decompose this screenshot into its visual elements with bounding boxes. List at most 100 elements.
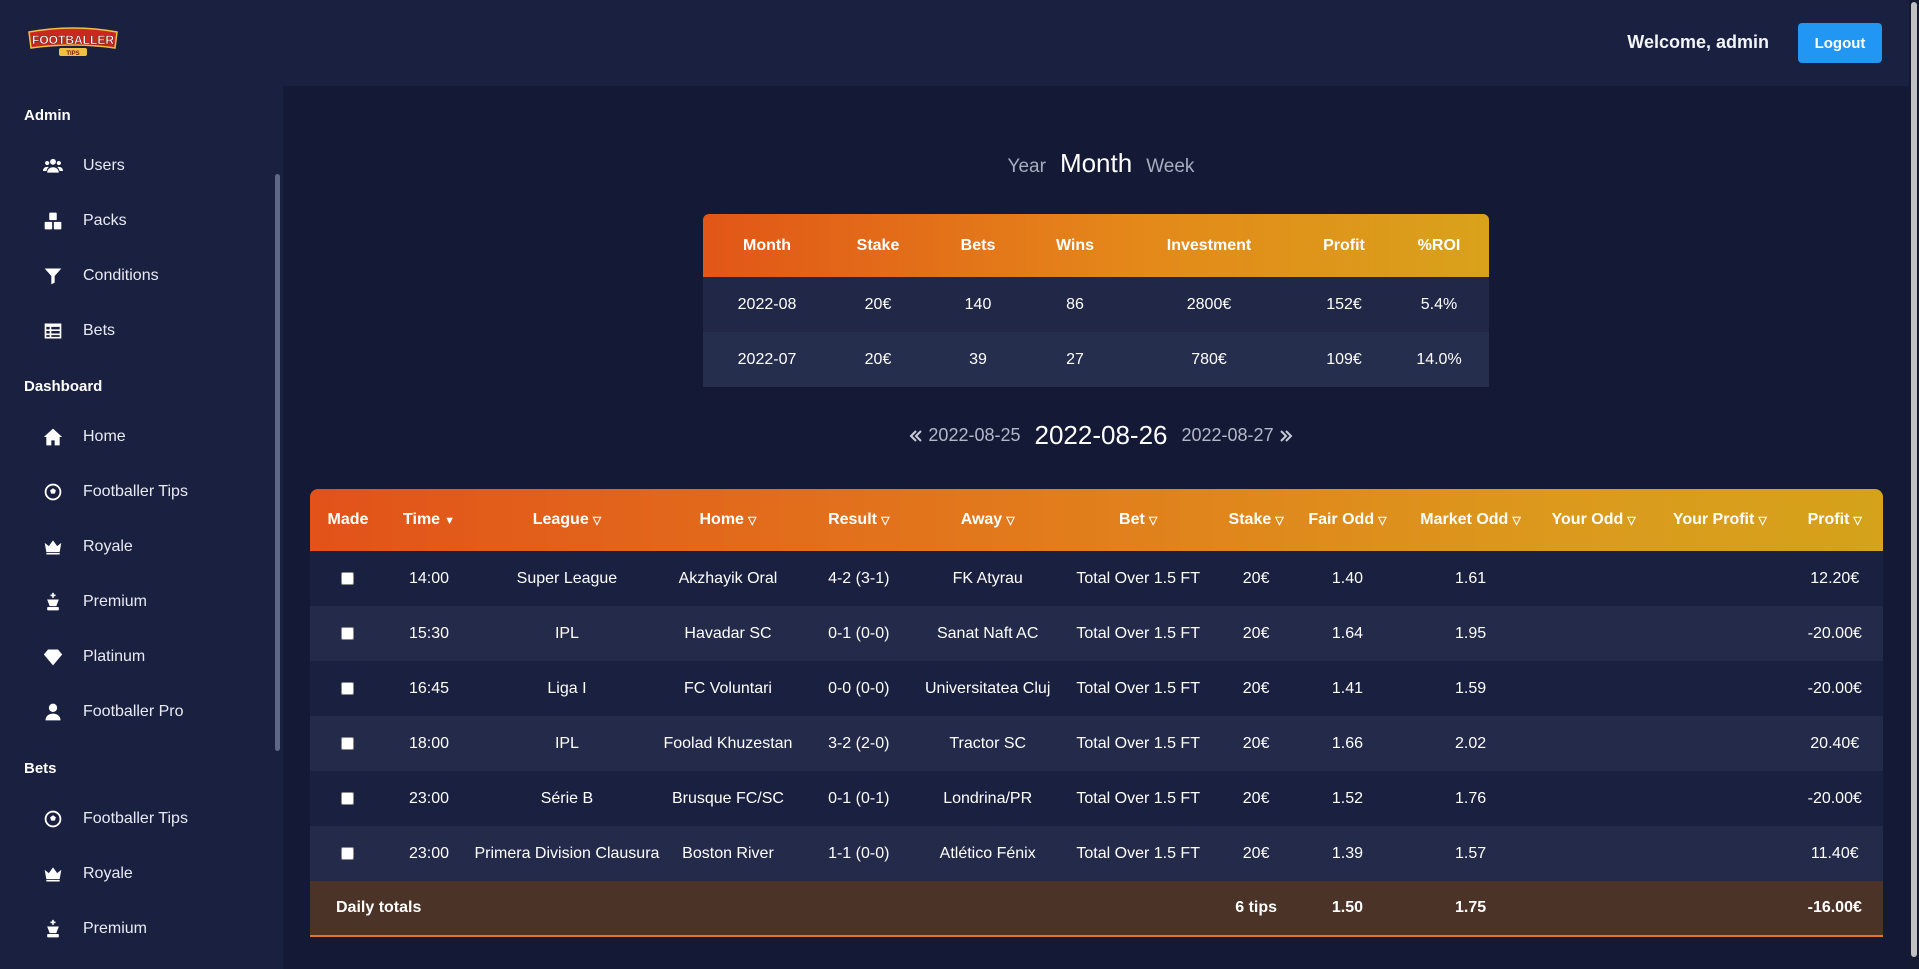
summary-header-roi: %ROI — [1417, 236, 1461, 254]
header-made: Made — [310, 489, 386, 551]
bet-cell: Total Over 1.5 FT — [1052, 661, 1225, 716]
sidebar-item-label: Bets — [83, 322, 116, 339]
summary-cell: 5.4% — [1389, 277, 1489, 332]
sidebar-item-bets-premium[interactable]: Premium — [0, 909, 270, 949]
sidebar-section-admin: Admin — [24, 107, 71, 124]
prev-day-link[interactable]: 2022-08-25 — [908, 425, 1021, 446]
table-row: 15:30 IPL Havadar SC 0-1 (0-0) Sanat Naft AC… — [310, 606, 1883, 661]
sort-icon: ▽ — [747, 515, 757, 527]
sidebar-item-label: Royale — [83, 538, 133, 555]
sidebar-scrollbar[interactable] — [275, 174, 280, 751]
result-cell: 4-2 (3-1) — [794, 551, 924, 606]
daily-totals-your-odd — [1534, 881, 1654, 937]
header-stake[interactable]: Stake ▽ — [1224, 489, 1288, 551]
sidebar-item-label: Footballer Tips — [83, 810, 188, 827]
sidebar-item-label: Footballer Tips — [83, 483, 188, 500]
result-cell: 0-1 (0-0) — [794, 606, 924, 661]
period-year-tab[interactable]: Year — [1008, 156, 1046, 178]
sort-icon: ▽ — [1378, 515, 1387, 527]
header-your-odd[interactable]: Your Odd ▽ — [1534, 489, 1653, 551]
stake-cell: 20€ — [1224, 826, 1288, 881]
period-month-tab[interactable]: Month — [1060, 148, 1132, 179]
made-checkbox[interactable] — [341, 681, 355, 695]
header-market-odd[interactable]: Market Odd ▽ — [1407, 489, 1534, 551]
current-day-label: 2022-08-26 — [1034, 420, 1168, 450]
daily-totals-fair-odd: 1.50 — [1287, 881, 1407, 937]
logo[interactable]: FOOTBALLER TIPS — [26, 26, 120, 58]
header-label: Time — [403, 511, 441, 528]
daily-totals-row: Daily totals 6 tips 1.50 1.75 -16.00€ — [310, 881, 1883, 937]
made-checkbox[interactable] — [341, 791, 355, 805]
sidebar-item-bets-footballer-tips[interactable]: Footballer Tips — [0, 799, 270, 839]
stake-cell: 20€ — [1224, 771, 1288, 826]
prev-day-label: 2022-08-25 — [928, 425, 1021, 445]
sidebar: Admin Users Packs Conditions Bets Dashbo… — [0, 86, 283, 969]
table-row: 16:45 Liga I FC Voluntari 0-0 (0-0) Universi… — [310, 661, 1883, 716]
period-switcher: Year Month Week — [283, 148, 1919, 179]
made-cell — [310, 716, 386, 771]
fair-odd-cell: 1.41 — [1287, 661, 1407, 716]
header-label: Profit — [1807, 511, 1850, 528]
football-icon — [42, 808, 64, 830]
sort-icon: ▽ — [1148, 515, 1158, 527]
bets-table: Made Time ▼ League ▽ Home ▽ Result ▽ Away ▽ B… — [310, 489, 1883, 937]
header-bet[interactable]: Bet ▽ — [1052, 489, 1224, 551]
made-checkbox[interactable] — [341, 571, 355, 585]
time-cell: 15:30 — [385, 606, 473, 661]
your-profit-cell — [1653, 661, 1787, 716]
sidebar-item-royale[interactable]: Royale — [0, 527, 270, 567]
sidebar-item-platinum[interactable]: Platinum — [0, 637, 270, 677]
market-odd-cell: 1.57 — [1406, 826, 1535, 881]
header-profit[interactable]: Profit ▽ — [1787, 489, 1884, 551]
profit-cell: -20.00€ — [1786, 606, 1883, 661]
market-odd-cell: 1.76 — [1406, 771, 1535, 826]
summary-cell: 780€ — [1119, 332, 1299, 387]
period-week-tab[interactable]: Week — [1146, 156, 1194, 178]
your-odd-cell — [1534, 826, 1654, 881]
header-time[interactable]: Time ▼ — [386, 489, 472, 551]
sidebar-item-footballer-tips[interactable]: Footballer Tips — [0, 472, 270, 512]
sidebar-item-label: Packs — [83, 212, 127, 229]
summary-cell: 14.0% — [1389, 332, 1489, 387]
home-cell: Boston River — [661, 826, 795, 881]
made-checkbox[interactable] — [341, 846, 355, 860]
sort-icon: ▽ — [1006, 515, 1015, 527]
sidebar-item-bets-royale[interactable]: Royale — [0, 854, 270, 894]
page-scrollbar[interactable] — [1909, 0, 1919, 969]
sidebar-item-conditions[interactable]: Conditions — [0, 256, 270, 296]
sidebar-item-bets[interactable]: Bets — [0, 311, 270, 351]
sort-icon: ▽ — [1627, 515, 1636, 527]
logo-text: FOOTBALLER — [32, 33, 114, 47]
header-league[interactable]: League ▽ — [472, 489, 662, 551]
summary-cell: 2022-07 — [703, 332, 831, 387]
made-checkbox[interactable] — [341, 736, 355, 750]
sidebar-item-home[interactable]: Home — [0, 417, 270, 457]
market-odd-cell: 1.59 — [1406, 661, 1535, 716]
logout-button[interactable]: Logout — [1798, 23, 1882, 63]
sort-icon: ▽ — [1758, 515, 1767, 527]
made-cell — [310, 551, 386, 606]
summary-cell: 152€ — [1299, 277, 1389, 332]
profit-cell: 20.40€ — [1786, 716, 1883, 771]
daily-totals-market-odd: 1.75 — [1406, 881, 1535, 937]
header-result[interactable]: Result ▽ — [794, 489, 923, 551]
made-checkbox[interactable] — [341, 626, 355, 640]
away-cell: Sanat Naft AC — [923, 606, 1052, 661]
summary-cell: 2800€ — [1119, 277, 1299, 332]
league-cell: IPL — [472, 606, 662, 661]
sidebar-item-packs[interactable]: Packs — [0, 201, 270, 241]
page-scrollbar-thumb[interactable] — [1911, 2, 1917, 957]
your-profit-cell — [1653, 716, 1787, 771]
header-your-profit[interactable]: Your Profit ▽ — [1653, 489, 1786, 551]
header-fair-odd[interactable]: Fair Odd ▽ — [1288, 489, 1407, 551]
header-home[interactable]: Home ▽ — [662, 489, 794, 551]
fair-odd-cell: 1.39 — [1287, 826, 1407, 881]
header-away[interactable]: Away ▽ — [923, 489, 1052, 551]
summary-cell: 2022-08 — [703, 277, 831, 332]
next-day-link[interactable]: 2022-08-27 — [1182, 425, 1294, 446]
sidebar-item-users[interactable]: Users — [0, 146, 270, 186]
sidebar-item-footballer-pro[interactable]: Footballer Pro — [0, 692, 270, 732]
sidebar-item-premium[interactable]: Premium — [0, 582, 270, 622]
league-cell: Liga I — [472, 661, 662, 716]
your-odd-cell — [1534, 716, 1654, 771]
